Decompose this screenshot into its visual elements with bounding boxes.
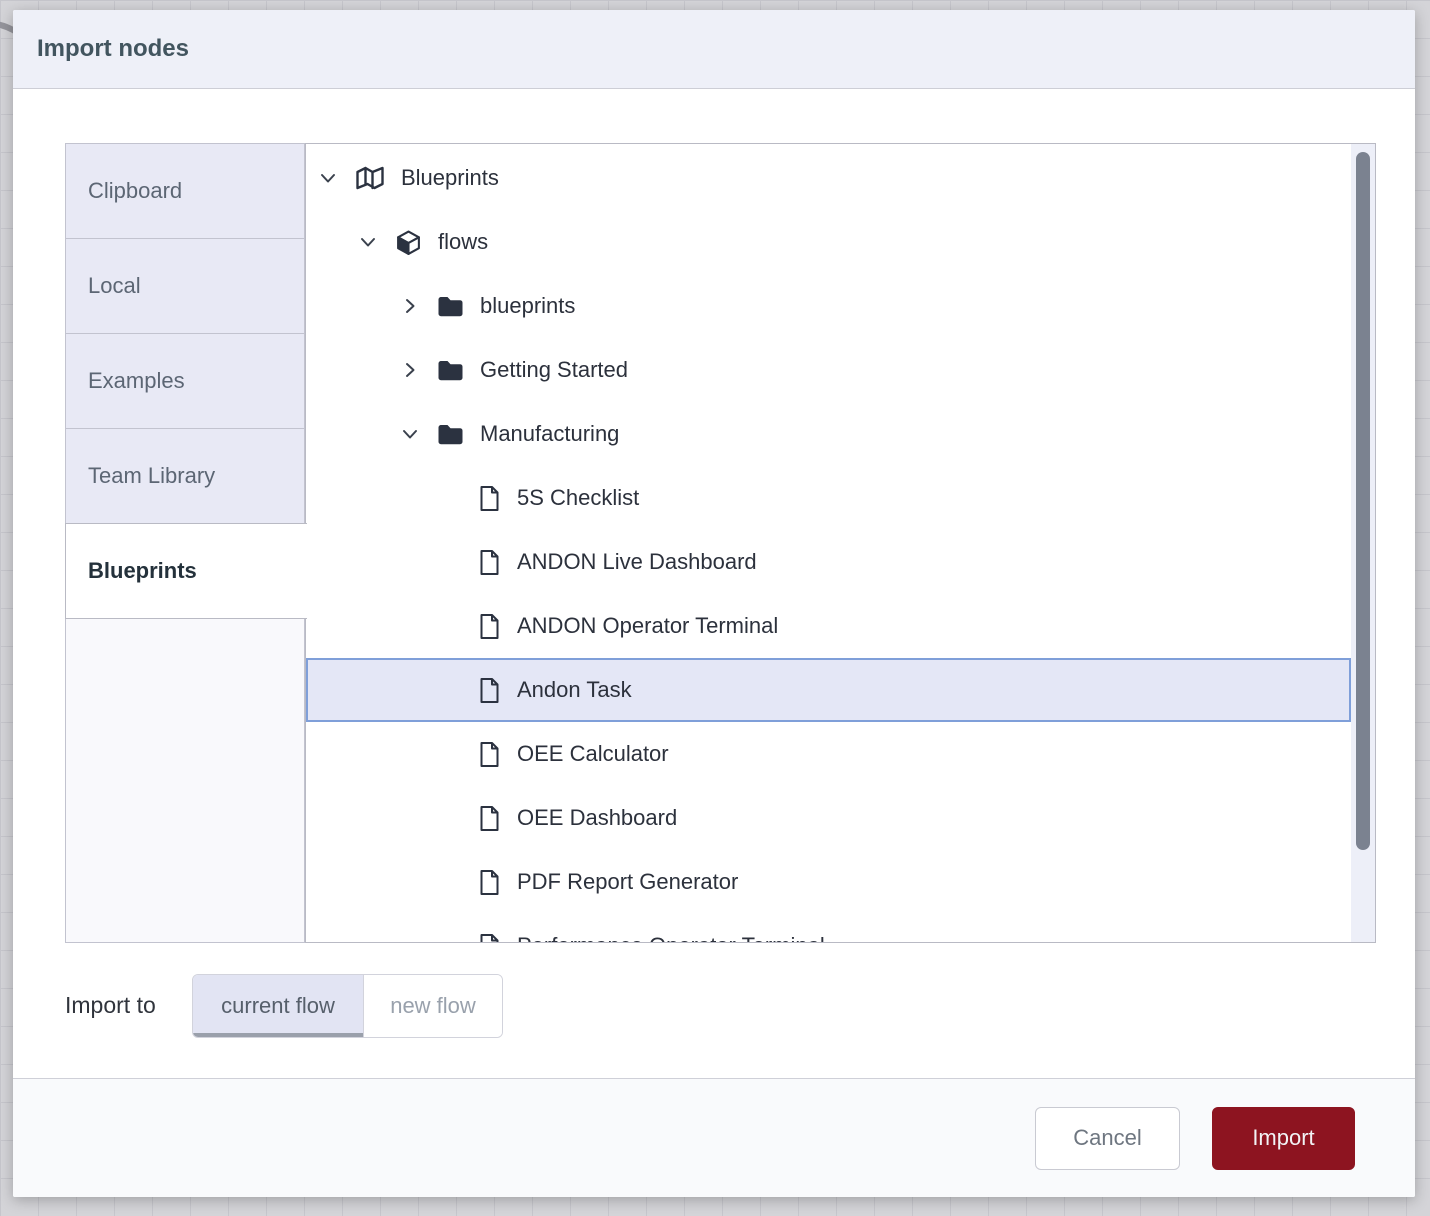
chevron-down-icon[interactable] xyxy=(319,169,337,187)
toggle-label: new flow xyxy=(390,993,476,1019)
import-target-toggle: current flow new flow xyxy=(192,974,503,1038)
dialog-footer: Cancel Import xyxy=(13,1078,1415,1197)
tree-item-oee-calculator[interactable]: OEE Calculator xyxy=(306,722,1351,786)
toggle-new-flow[interactable]: new flow xyxy=(363,975,502,1037)
tab-label: Blueprints xyxy=(88,558,197,584)
flow-editor-canvas: Import nodes Clipboard Local Examples Team … xyxy=(0,0,1430,1216)
tree-item-getting-started[interactable]: Getting Started xyxy=(306,338,1351,402)
toggle-current-flow[interactable]: current flow xyxy=(193,975,363,1037)
import-to-label: Import to xyxy=(65,992,156,1019)
tree-item-label: OEE Calculator xyxy=(517,741,669,767)
file-icon xyxy=(478,677,501,704)
tree-item-label: ANDON Operator Terminal xyxy=(517,613,778,639)
file-icon xyxy=(478,869,501,896)
tree-item-andon-live-dashboard[interactable]: ANDON Live Dashboard xyxy=(306,530,1351,594)
scrollbar-thumb[interactable] xyxy=(1356,152,1370,850)
tabs-filler xyxy=(65,618,305,943)
tab-examples[interactable]: Examples xyxy=(65,333,305,429)
library-source-tabs: Clipboard Local Examples Team Library Bluepr… xyxy=(65,143,305,619)
file-icon xyxy=(478,933,501,943)
tree-item-flows[interactable]: flows xyxy=(306,210,1351,274)
tree-item-label: OEE Dashboard xyxy=(517,805,677,831)
chevron-right-icon[interactable] xyxy=(401,361,419,379)
file-icon xyxy=(478,613,501,640)
package-icon xyxy=(395,229,422,256)
tree-item-andon-operator-terminal[interactable]: ANDON Operator Terminal xyxy=(306,594,1351,658)
tree-item-blueprints[interactable]: Blueprints xyxy=(306,146,1351,210)
import-nodes-dialog: Import nodes Clipboard Local Examples Team … xyxy=(13,10,1415,1197)
chevron-down-icon[interactable] xyxy=(359,233,377,251)
chevron-down-icon[interactable] xyxy=(401,425,419,443)
tree-item-label: PDF Report Generator xyxy=(517,869,738,895)
library-tree-panel: Blueprints flows blueprints Getting Started… xyxy=(305,143,1376,943)
library-tree: Blueprints flows blueprints Getting Started… xyxy=(306,144,1351,942)
tree-item-label: flows xyxy=(438,229,488,255)
map-icon xyxy=(355,165,385,191)
tree-item-label: Manufacturing xyxy=(480,421,619,447)
dialog-body: Clipboard Local Examples Team Library Bluepr… xyxy=(13,89,1415,1077)
tree-item-pdf-report-generator[interactable]: PDF Report Generator xyxy=(306,850,1351,914)
tree-item-performance-operator-terminal[interactable]: Performance Operator Terminal xyxy=(306,914,1351,942)
file-icon xyxy=(478,485,501,512)
tree-item-label: 5S Checklist xyxy=(517,485,639,511)
tab-label: Local xyxy=(88,273,141,299)
tree-item-manufacturing[interactable]: Manufacturing xyxy=(306,402,1351,466)
tree-item-label: ANDON Live Dashboard xyxy=(517,549,757,575)
dialog-header: Import nodes xyxy=(13,10,1415,89)
tab-label: Examples xyxy=(88,368,185,394)
tree-item-label: Andon Task xyxy=(517,677,632,703)
tab-blueprints[interactable]: Blueprints xyxy=(65,523,307,619)
cancel-button[interactable]: Cancel xyxy=(1035,1107,1180,1170)
dialog-title: Import nodes xyxy=(37,35,189,63)
tab-team-library[interactable]: Team Library xyxy=(65,428,305,524)
tree-item-5s-checklist[interactable]: 5S Checklist xyxy=(306,466,1351,530)
toggle-label: current flow xyxy=(221,993,335,1019)
tab-label: Clipboard xyxy=(88,178,182,204)
import-button[interactable]: Import xyxy=(1212,1107,1355,1170)
folder-icon xyxy=(437,423,464,446)
tree-item-oee-dashboard[interactable]: OEE Dashboard xyxy=(306,786,1351,850)
scrollbar[interactable] xyxy=(1351,144,1375,942)
tree-item-blueprints[interactable]: blueprints xyxy=(306,274,1351,338)
tree-item-label: Performance Operator Terminal xyxy=(517,933,825,942)
tab-label: Team Library xyxy=(88,463,215,489)
file-icon xyxy=(478,741,501,768)
chevron-right-icon[interactable] xyxy=(401,297,419,315)
folder-icon xyxy=(437,359,464,382)
tree-item-label: Getting Started xyxy=(480,357,628,383)
tree-item-label: blueprints xyxy=(480,293,575,319)
tab-clipboard[interactable]: Clipboard xyxy=(65,143,305,239)
tab-local[interactable]: Local xyxy=(65,238,305,334)
tree-item-andon-task[interactable]: Andon Task xyxy=(306,658,1351,722)
tree-item-label: Blueprints xyxy=(401,165,499,191)
file-icon xyxy=(478,549,501,576)
file-icon xyxy=(478,805,501,832)
folder-icon xyxy=(437,295,464,318)
